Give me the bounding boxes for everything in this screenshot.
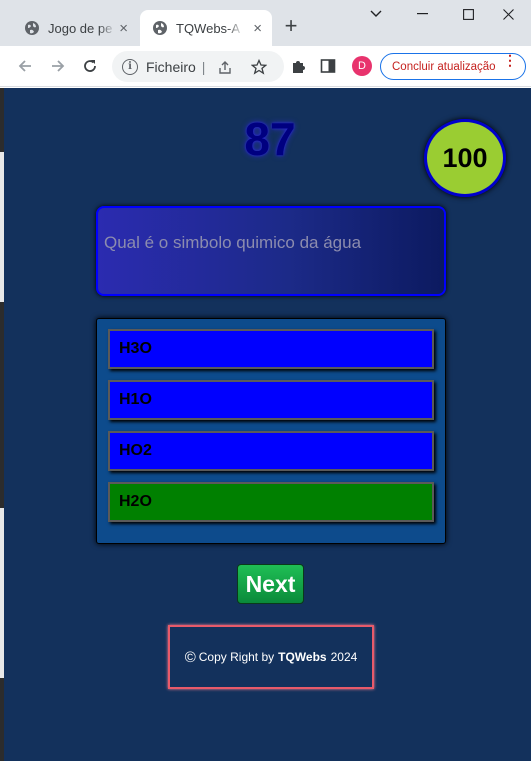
tab-search-button[interactable] [353, 0, 399, 28]
minimize-icon [416, 13, 428, 15]
next-button[interactable]: Next [237, 564, 304, 604]
update-button-label: Concluir atualização [392, 60, 496, 73]
globe-icon [153, 21, 167, 35]
address-label: Ficheiro [146, 58, 196, 75]
tab-close-button[interactable]: × [119, 20, 128, 37]
question-box: Qual é o simbolo quimico da água [96, 206, 446, 296]
forward-button[interactable] [47, 55, 69, 77]
share-icon[interactable] [217, 59, 233, 75]
browser-toolbar: i Ficheiro | D Concluir atualização ⋮ [0, 46, 531, 87]
maximize-icon [462, 8, 474, 20]
score-circle: 100 [424, 119, 506, 197]
answer-option[interactable]: H1O [108, 380, 434, 420]
copyright-year: 2024 [330, 650, 358, 664]
address-separator: | [201, 58, 206, 75]
copyright-text: Copy Right by [198, 650, 275, 664]
tab-close-button[interactable]: × [253, 20, 262, 37]
star-icon[interactable] [251, 58, 268, 75]
quiz-page: 87 100 Qual é o simbolo quimico da água … [4, 88, 531, 761]
tab-strip: Jogo de pe × TQWebs-A × + [0, 0, 531, 46]
back-arrow-icon [18, 60, 31, 72]
answer-option[interactable]: HO2 [108, 431, 434, 471]
question-text: Qual é o simbolo quimico da água [104, 233, 362, 252]
puzzle-icon [292, 60, 305, 73]
info-icon[interactable]: i [122, 58, 138, 75]
close-window-button[interactable] [485, 0, 531, 28]
back-button[interactable] [14, 55, 36, 77]
sidebar-icon [320, 59, 336, 73]
tab-title: TQWebs-A [176, 20, 241, 36]
new-tab-button[interactable]: + [280, 15, 302, 38]
timer: 87 [244, 113, 296, 165]
chevron-down-icon [370, 10, 382, 17]
answer-option-correct[interactable]: H2O [108, 482, 434, 522]
minimize-button[interactable] [399, 0, 445, 28]
tab-jogo[interactable]: Jogo de pe × [12, 10, 138, 46]
reload-icon [84, 60, 96, 72]
copyright-footer: © Copy Right by TQWebs 2024 [168, 625, 374, 689]
side-panel-button[interactable] [318, 56, 338, 76]
forward-arrow-icon [52, 60, 65, 72]
copyright-symbol: © [184, 648, 196, 666]
tab-title: Jogo de pe [48, 20, 113, 36]
globe-icon [25, 21, 39, 35]
close-icon [502, 8, 514, 20]
extensions-button[interactable] [288, 56, 308, 76]
answers-panel: H3O H1O HO2 H2O [96, 318, 446, 544]
answer-option[interactable]: H3O [108, 329, 434, 369]
address-bar[interactable]: i Ficheiro | [112, 51, 284, 82]
update-button[interactable]: Concluir atualização ⋮ [380, 53, 526, 80]
profile-avatar[interactable]: D [352, 56, 372, 76]
menu-dots-icon[interactable]: ⋮ [503, 53, 517, 67]
reload-button[interactable] [79, 55, 101, 77]
tab-tqwebs[interactable]: TQWebs-A × [140, 10, 272, 46]
copyright-brand: TQWebs [278, 650, 327, 664]
